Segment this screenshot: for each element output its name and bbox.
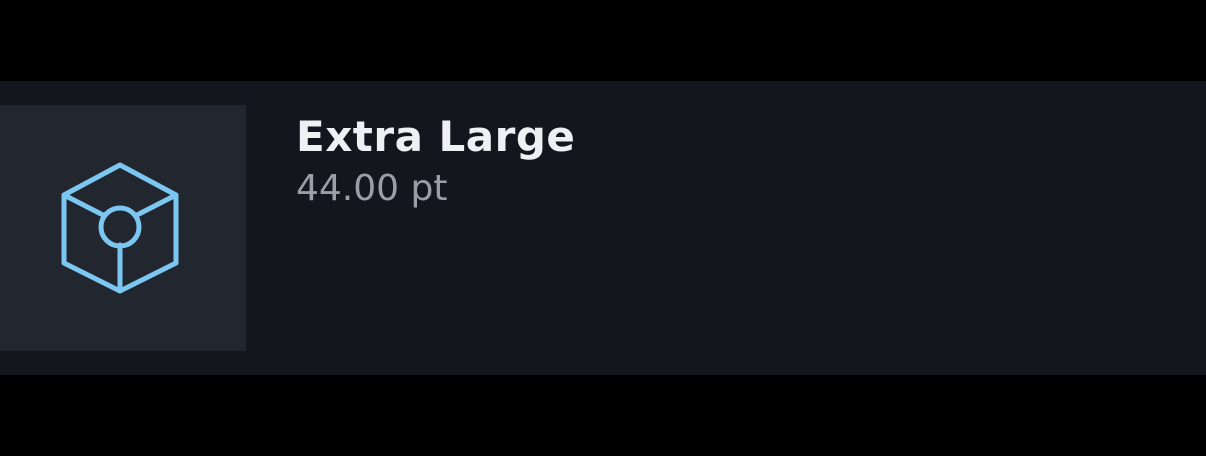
item-title: Extra Large <box>296 112 576 161</box>
cube-icon <box>61 162 179 294</box>
item-info: Extra Large 44.00 pt <box>296 109 575 213</box>
item-size-value: 44.00 pt <box>296 168 448 209</box>
item-thumbnail <box>0 105 246 351</box>
list-item[interactable]: Extra Large 44.00 pt <box>0 81 1206 375</box>
